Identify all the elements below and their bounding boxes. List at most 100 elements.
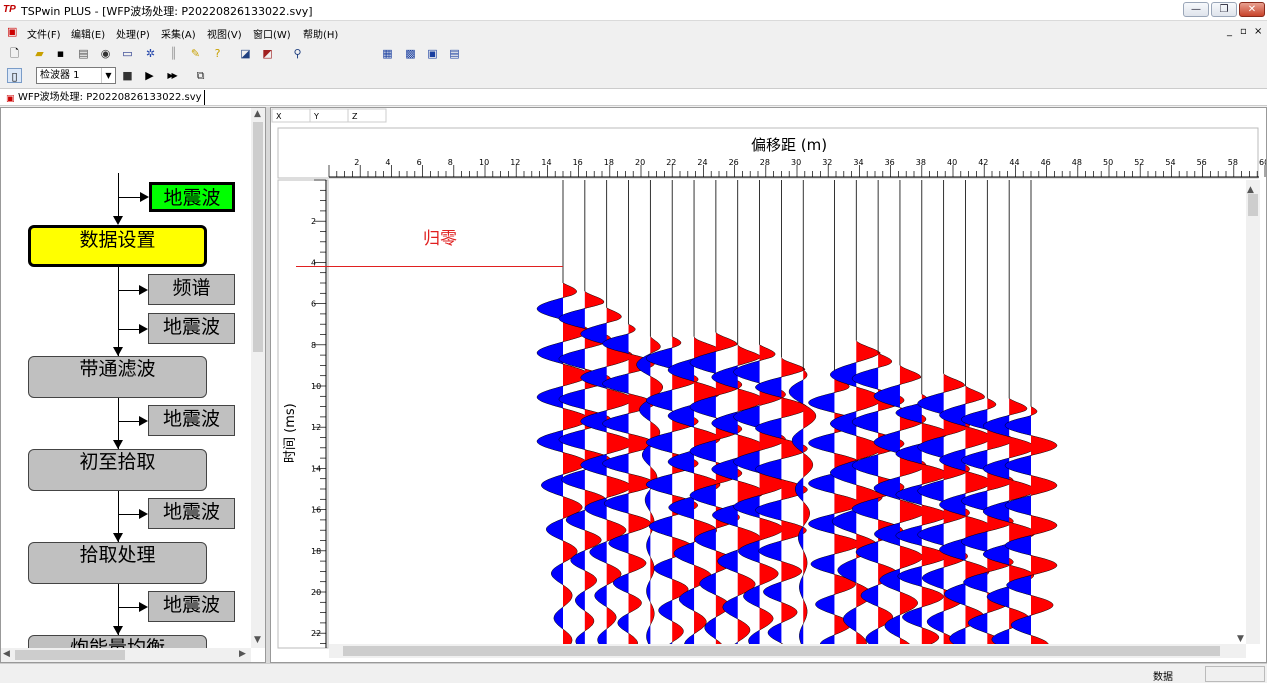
flow-node-output[interactable]: 地震波 xyxy=(148,313,235,344)
mdi-close-button[interactable]: × xyxy=(1254,26,1262,37)
pick-icon[interactable]: ✎ xyxy=(188,46,203,61)
y-tick-label: 6 xyxy=(311,300,316,309)
search-icon[interactable]: ⚲ xyxy=(290,46,305,61)
trace-negative-fill xyxy=(537,283,563,644)
main-toolbar: 🗋 ▰ ▪ ▤ ◉ ▭ ✲ ║ ✎ ? ◪ ◩ ⚲ ▦ ▩ ▣ ▤ xyxy=(0,43,1267,65)
traces-icon[interactable]: ║ xyxy=(166,46,181,61)
x-tick-label: 48 xyxy=(1072,158,1082,167)
window-icon[interactable]: ▭ xyxy=(120,46,135,61)
document-icon: ▣ xyxy=(6,94,15,104)
minimize-button[interactable]: — xyxy=(1183,2,1209,17)
flow-vertical-scroll-thumb[interactable] xyxy=(253,122,263,352)
fast-forward-button[interactable]: ▶▶ xyxy=(164,68,179,83)
new-file-icon[interactable]: 🗋 xyxy=(7,46,22,61)
flow-arrow-right xyxy=(139,415,148,426)
menu-file[interactable]: 文件(F) xyxy=(27,26,61,41)
document-tab[interactable]: ▣ WFP波场处理: P20220826133022.svy xyxy=(4,90,205,105)
zoom-in-icon[interactable]: ◪ xyxy=(238,46,253,61)
flow-arrow-right xyxy=(139,508,148,519)
x-tick-label: 30 xyxy=(791,158,801,167)
mdi-restore-button[interactable]: ▫ xyxy=(1240,26,1247,37)
flow-node-output[interactable]: 地震波 xyxy=(148,591,235,622)
scroll-up-icon[interactable]: ▲ xyxy=(254,109,261,119)
flow-node-process[interactable]: 拾取处理 xyxy=(28,542,207,584)
cluster-icon[interactable]: ✲ xyxy=(143,46,158,61)
flow-mode-icon[interactable]: ▯ xyxy=(7,68,22,83)
flow-node-output[interactable]: 地震波 xyxy=(148,498,235,529)
view-b-icon[interactable]: ▩ xyxy=(403,46,418,61)
flow-node-label: 地震波 xyxy=(162,316,220,338)
flow-horizontal-scrollbar[interactable]: ◀ ▶ xyxy=(1,648,251,662)
save-icon[interactable]: ▪ xyxy=(53,46,68,61)
open-folder-icon[interactable]: ▰ xyxy=(32,46,47,61)
close-button[interactable]: ✕ xyxy=(1239,2,1265,17)
x-tick-label: 18 xyxy=(604,158,614,167)
flow-branch xyxy=(118,513,140,515)
plot-horizontal-scroll-thumb xyxy=(343,646,1220,656)
flow-node-label: 拾取处理 xyxy=(79,544,156,566)
trace-group xyxy=(536,180,1058,644)
x-tick-label: 6 xyxy=(417,158,422,167)
scroll-up-icon: ▲ xyxy=(1247,185,1254,195)
record-icon[interactable]: ◉ xyxy=(98,46,113,61)
menu-edit[interactable]: 编辑(E) xyxy=(71,26,105,41)
process-flow-panel: 地震波数据设置频谱地震波带通滤波地震波初至拾取地震波拾取处理地震波炮能量均衡 ▲… xyxy=(0,107,266,663)
scroll-down-icon[interactable]: ▼ xyxy=(254,635,261,645)
x-tick-label: 38 xyxy=(916,158,926,167)
axis-tab-label: Z xyxy=(352,112,358,121)
copy-icon[interactable]: ⧉ xyxy=(193,68,208,83)
flow-arrow-down xyxy=(113,626,123,635)
title-bar: TP TSPwin PLUS - [WFP波场处理: P202208261330… xyxy=(0,0,1267,21)
flow-node-label: 地震波 xyxy=(162,501,220,523)
seismic-plot[interactable]: X Y Z偏移距 (m)2 4 6 8 10 12 14 16 18 20 22 24 26 28 30 32 34… xyxy=(271,108,1266,662)
seismic-view[interactable]: X Y Z 偏移距 (m) 2 4 6 8 10 12 14 16 18 20 22 24 26 28 30 32 34… xyxy=(270,107,1267,663)
chevron-down-icon[interactable]: ▼ xyxy=(101,68,115,83)
stop-button[interactable]: ■ xyxy=(120,68,135,83)
document-tab-row: ▣ WFP波场处理: P20220826133022.svy xyxy=(0,88,1267,106)
menu-help[interactable]: 帮助(H) xyxy=(303,26,338,41)
view-c-icon[interactable]: ▣ xyxy=(425,46,440,61)
window-title: TSPwin PLUS - [WFP波场处理: P20220826133022.… xyxy=(21,5,313,18)
print-icon[interactable]: ▤ xyxy=(76,46,91,61)
help-icon[interactable]: ? xyxy=(210,46,225,61)
maximize-button[interactable]: ❐ xyxy=(1211,2,1237,17)
status-text: 数据 xyxy=(1153,672,1173,683)
document-tab-label: WFP波场处理: P20220826133022.svy xyxy=(18,92,202,103)
play-button[interactable]: ▶ xyxy=(142,68,157,83)
flow-branch xyxy=(118,197,141,198)
flow-node-process[interactable]: 带通滤波 xyxy=(28,356,207,398)
detector-select[interactable]: 检波器 1 ▼ xyxy=(36,67,116,84)
flow-horizontal-scroll-thumb[interactable] xyxy=(15,650,125,660)
menu-acquire[interactable]: 采集(A) xyxy=(161,26,196,41)
menu-view[interactable]: 视图(V) xyxy=(207,26,242,41)
view-d-icon[interactable]: ▤ xyxy=(447,46,462,61)
flow-arrow-down xyxy=(113,347,123,356)
flow-node-output[interactable]: 地震波 xyxy=(149,182,235,212)
x-tick-label: 14 xyxy=(541,158,551,167)
scroll-left-icon[interactable]: ◀ xyxy=(3,649,10,659)
y-tick-label: 14 xyxy=(311,464,321,473)
x-tick-label: 20 xyxy=(635,158,645,167)
flow-node-process[interactable]: 初至拾取 xyxy=(28,449,207,491)
document-icon[interactable]: ▣ xyxy=(7,25,19,39)
flow-branch xyxy=(118,420,140,422)
flow-node-output[interactable]: 地震波 xyxy=(148,405,235,436)
y-axis-label: 时间 (ms) xyxy=(283,403,298,463)
x-tick-label: 32 xyxy=(822,158,832,167)
flow-connector xyxy=(118,267,119,356)
x-tick-label: 40 xyxy=(947,158,957,167)
view-a-icon[interactable]: ▦ xyxy=(380,46,395,61)
menu-window[interactable]: 窗口(W) xyxy=(253,26,291,41)
flow-arrow-right xyxy=(139,284,148,295)
flow-node-output[interactable]: 频谱 xyxy=(148,274,235,305)
zoom-out-icon[interactable]: ◩ xyxy=(260,46,275,61)
flow-vertical-scrollbar[interactable]: ▲ ▼ xyxy=(251,108,265,648)
trace-positive-fill xyxy=(1031,406,1057,644)
flow-node-process[interactable]: 数据设置 xyxy=(28,225,207,267)
scroll-right-icon[interactable]: ▶ xyxy=(239,649,246,659)
flow-node-label: 带通滤波 xyxy=(79,358,156,380)
mdi-minimize-button[interactable]: _ xyxy=(1227,26,1232,37)
menu-process[interactable]: 处理(P) xyxy=(116,26,150,41)
flow-arrow-down xyxy=(113,533,123,542)
flow-arrow-right xyxy=(140,192,149,202)
